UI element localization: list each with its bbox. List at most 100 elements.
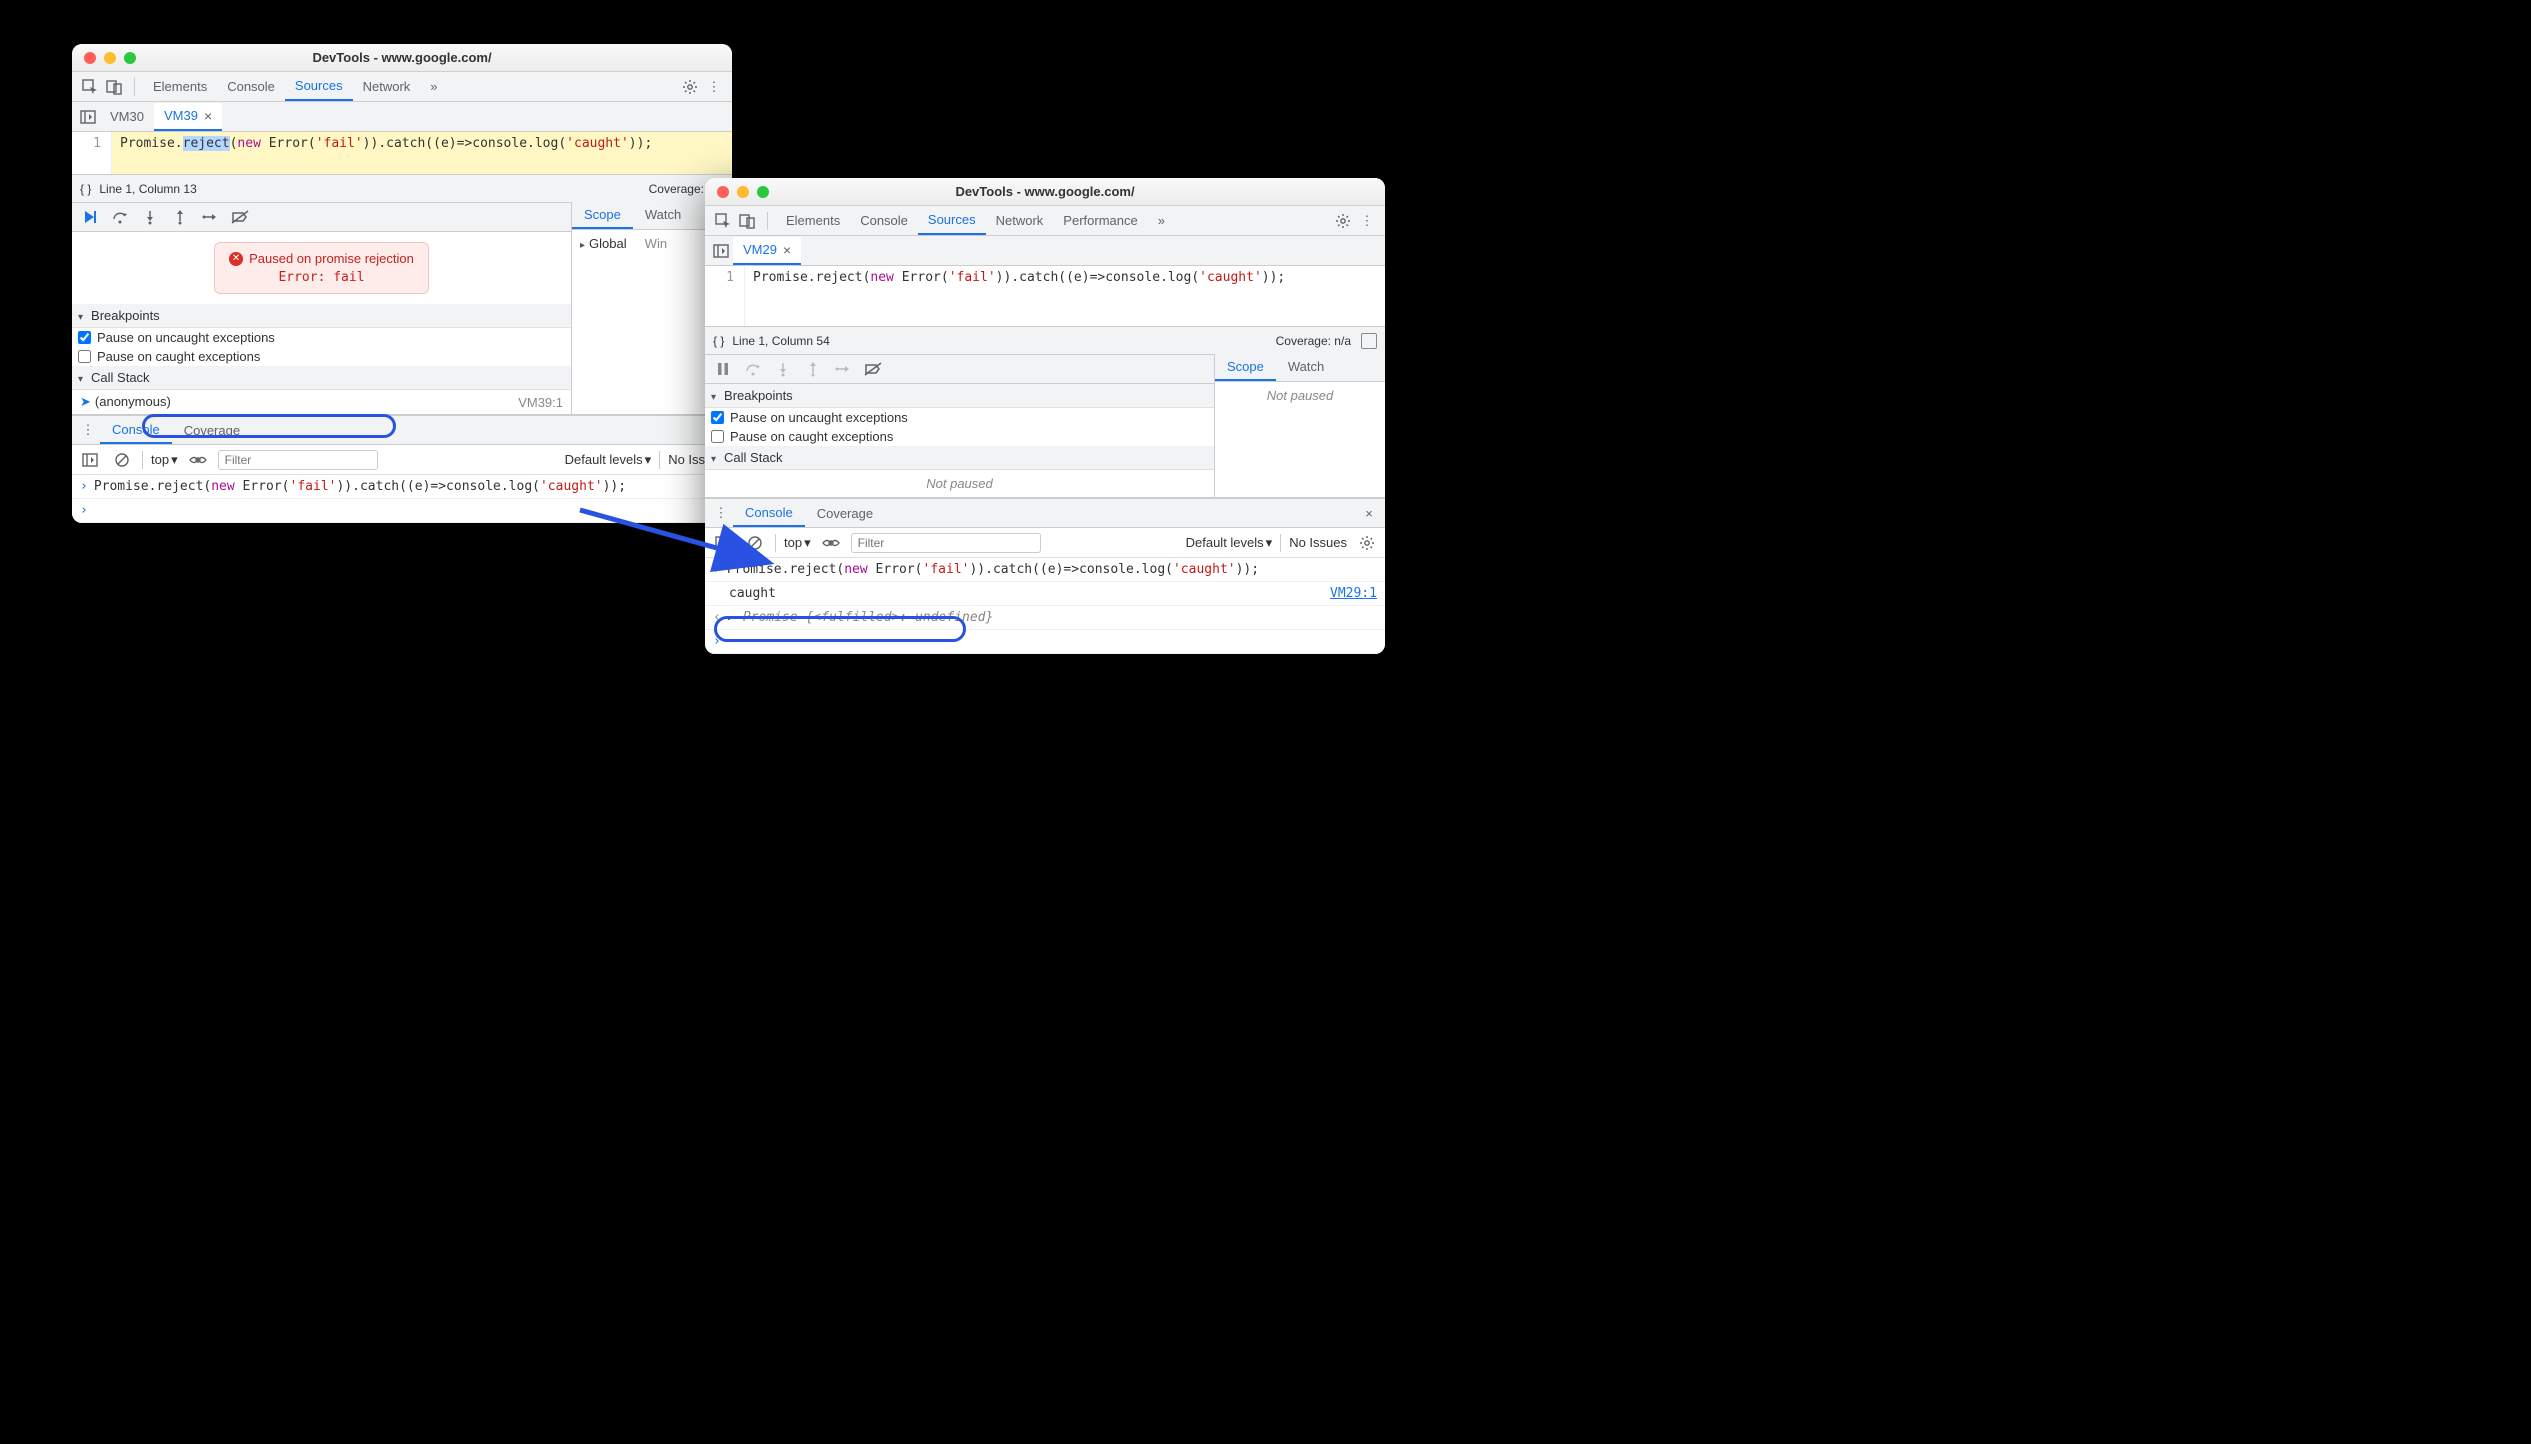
code-line[interactable]: Promise.reject(new Error('fail')).catch(… bbox=[745, 266, 1385, 326]
filter-input[interactable] bbox=[218, 450, 378, 470]
expand-icon[interactable] bbox=[727, 610, 737, 625]
drawer-console-tab[interactable]: Console bbox=[733, 500, 805, 527]
issues-button[interactable]: No Issues bbox=[1289, 535, 1347, 550]
maximize-dot[interactable] bbox=[124, 52, 136, 64]
watch-tab[interactable]: Watch bbox=[1276, 354, 1336, 381]
callstack-header[interactable]: Call Stack bbox=[705, 446, 1214, 470]
tab-elements[interactable]: Elements bbox=[143, 73, 217, 100]
tab-console[interactable]: Console bbox=[217, 73, 285, 100]
file-tab-vm29[interactable]: VM29 × bbox=[733, 237, 801, 265]
callstack-header[interactable]: Call Stack bbox=[72, 366, 571, 390]
code-editor[interactable]: 1 Promise.reject(new Error('fail')).catc… bbox=[705, 266, 1385, 326]
bp-pause-caught[interactable]: Pause on caught exceptions bbox=[705, 427, 1214, 446]
console-prompt[interactable]: › bbox=[705, 630, 1385, 654]
bp-uncaught-checkbox[interactable] bbox=[78, 331, 91, 344]
step-over-button[interactable] bbox=[108, 205, 132, 229]
inspect-icon[interactable] bbox=[78, 75, 102, 99]
close-dot[interactable] bbox=[84, 52, 96, 64]
tab-network[interactable]: Network bbox=[353, 73, 421, 100]
live-expression-icon[interactable] bbox=[186, 448, 210, 472]
file-tab-vm39[interactable]: VM39 × bbox=[154, 103, 222, 131]
close-dot[interactable] bbox=[717, 186, 729, 198]
console-sidebar-toggle-icon[interactable] bbox=[711, 531, 735, 555]
tab-elements[interactable]: Elements bbox=[776, 207, 850, 234]
navigator-toggle-icon[interactable] bbox=[709, 239, 733, 263]
resume-button[interactable] bbox=[78, 205, 102, 229]
debugger-split: ✕ Paused on promise rejection Error: fai… bbox=[72, 202, 732, 415]
callstack-frame[interactable]: ➤(anonymous) VM39:1 bbox=[72, 390, 571, 414]
navigator-toggle-icon[interactable] bbox=[76, 105, 100, 129]
console-return-line[interactable]: ‹ Promise {<fulfilled>: undefined} bbox=[705, 606, 1385, 630]
bp-uncaught-checkbox[interactable] bbox=[711, 411, 724, 424]
close-icon[interactable]: × bbox=[204, 108, 212, 124]
clear-console-icon[interactable] bbox=[743, 531, 767, 555]
code-editor[interactable]: 1 Promise.reject(new Error('fail')).catc… bbox=[72, 132, 732, 174]
titlebar[interactable]: DevTools - www.google.com/ bbox=[705, 178, 1385, 206]
console-sidebar-toggle-icon[interactable] bbox=[78, 448, 102, 472]
format-icon[interactable]: { } bbox=[713, 334, 724, 348]
tab-network[interactable]: Network bbox=[986, 207, 1054, 234]
clear-console-icon[interactable] bbox=[110, 448, 134, 472]
drawer-kebab-icon[interactable]: ⋮ bbox=[76, 418, 100, 442]
inspect-icon[interactable] bbox=[711, 209, 735, 233]
tab-console[interactable]: Console bbox=[850, 207, 918, 234]
console-input-line[interactable]: › Promise.reject(new Error('fail')).catc… bbox=[705, 558, 1385, 582]
scope-tab[interactable]: Scope bbox=[1215, 354, 1276, 381]
bp-pause-caught[interactable]: Pause on caught exceptions bbox=[72, 347, 571, 366]
live-expression-icon[interactable] bbox=[819, 531, 843, 555]
bp-pause-uncaught[interactable]: Pause on uncaught exceptions bbox=[72, 328, 571, 347]
close-icon[interactable]: × bbox=[783, 242, 791, 258]
log-levels-selector[interactable]: Default levels ▾ bbox=[565, 452, 652, 468]
tab-sources[interactable]: Sources bbox=[918, 206, 986, 235]
drawer-kebab-icon[interactable]: ⋮ bbox=[709, 501, 733, 525]
console-settings-icon[interactable] bbox=[1355, 531, 1379, 555]
context-selector[interactable]: top ▾ bbox=[784, 535, 811, 551]
editor-statusbar: { } Line 1, Column 54 Coverage: n/a bbox=[705, 326, 1385, 354]
tabs-overflow[interactable]: » bbox=[420, 73, 447, 100]
log-levels-selector[interactable]: Default levels ▾ bbox=[1186, 535, 1273, 551]
breakpoints-header[interactable]: Breakpoints bbox=[72, 304, 571, 328]
device-toggle-icon[interactable] bbox=[102, 75, 126, 99]
bp-pause-uncaught[interactable]: Pause on uncaught exceptions bbox=[705, 408, 1214, 427]
scope-tab[interactable]: Scope bbox=[572, 202, 633, 229]
kebab-icon[interactable]: ⋮ bbox=[702, 75, 726, 99]
step-into-button[interactable] bbox=[138, 205, 162, 229]
tab-sources[interactable]: Sources bbox=[285, 72, 353, 101]
console-prompt[interactable]: › bbox=[72, 499, 732, 523]
maximize-dot[interactable] bbox=[757, 186, 769, 198]
deactivate-breakpoints-button[interactable] bbox=[228, 205, 252, 229]
window-controls bbox=[84, 52, 136, 64]
coverage-toggle-icon[interactable] bbox=[1361, 333, 1377, 349]
close-drawer-icon[interactable]: × bbox=[1357, 501, 1381, 525]
minimize-dot[interactable] bbox=[104, 52, 116, 64]
deactivate-breakpoints-button[interactable] bbox=[861, 357, 885, 381]
step-button[interactable] bbox=[198, 205, 222, 229]
kebab-icon[interactable]: ⋮ bbox=[1355, 209, 1379, 233]
watch-tab[interactable]: Watch bbox=[633, 202, 693, 229]
gear-icon[interactable] bbox=[678, 75, 702, 99]
format-icon[interactable]: { } bbox=[80, 182, 91, 196]
drawer-console-tab[interactable]: Console bbox=[100, 417, 172, 444]
tabs-overflow[interactable]: » bbox=[1148, 207, 1175, 234]
context-selector[interactable]: top ▾ bbox=[151, 452, 178, 468]
gear-icon[interactable] bbox=[1331, 209, 1355, 233]
pause-button[interactable] bbox=[711, 357, 735, 381]
minimize-dot[interactable] bbox=[737, 186, 749, 198]
drawer-coverage-tab[interactable]: Coverage bbox=[172, 418, 252, 443]
drawer-coverage-tab[interactable]: Coverage bbox=[805, 501, 885, 526]
console-input-line[interactable]: › Promise.reject(new Error('fail')).catc… bbox=[72, 475, 732, 499]
device-toggle-icon[interactable] bbox=[735, 209, 759, 233]
code-line[interactable]: Promise.reject(new Error('fail')).catch(… bbox=[112, 132, 732, 174]
drawer-tabs: ⋮ Console Coverage bbox=[72, 415, 732, 445]
step-out-button[interactable] bbox=[168, 205, 192, 229]
filter-input[interactable] bbox=[851, 533, 1041, 553]
script-link[interactable]: VM29:1 bbox=[1330, 586, 1377, 601]
bp-caught-checkbox[interactable] bbox=[711, 430, 724, 443]
frame-location[interactable]: VM39:1 bbox=[518, 395, 563, 410]
tab-performance[interactable]: Performance bbox=[1053, 207, 1147, 234]
breakpoints-header[interactable]: Breakpoints bbox=[705, 384, 1214, 408]
file-tab-label: VM29 bbox=[743, 242, 777, 257]
bp-caught-checkbox[interactable] bbox=[78, 350, 91, 363]
titlebar[interactable]: DevTools - www.google.com/ bbox=[72, 44, 732, 72]
file-tab-vm30[interactable]: VM30 bbox=[100, 104, 154, 129]
